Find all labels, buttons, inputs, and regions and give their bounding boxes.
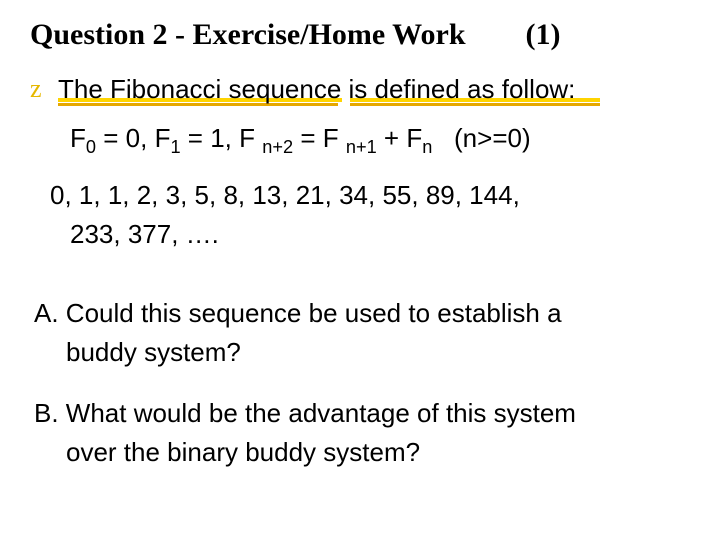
sequence: 0, 1, 1, 2, 3, 5, 8, 13, 21, 34, 55, 89,…: [30, 176, 690, 254]
qa-l1: A. Could this sequence be used to establ…: [34, 298, 562, 328]
eq1: = 1, F: [181, 123, 263, 153]
sub1: 1: [170, 137, 180, 157]
intro-text: The Fibonacci sequence is defined as fol…: [58, 74, 575, 104]
qa-l2: buddy system?: [34, 333, 690, 372]
question-b: B. What would be the advantage of this s…: [30, 394, 690, 472]
sub0: 0: [86, 137, 96, 157]
question-a: A. Could this sequence be used to establ…: [30, 294, 690, 372]
subnp2: n+2: [262, 137, 293, 157]
slide: Question 2 - Exercise/Home Work (1) z The…: [0, 0, 720, 472]
plus: + F: [377, 123, 423, 153]
sequence-l1: 0, 1, 1, 2, 3, 5, 8, 13, 21, 34, 55, 89,…: [50, 180, 520, 210]
f1: F: [155, 123, 171, 153]
qb-l2: over the binary buddy system?: [34, 433, 690, 472]
slide-title-row: Question 2 - Exercise/Home Work (1): [30, 18, 690, 52]
f0: F: [70, 123, 86, 153]
cond: (n>=0): [432, 123, 530, 153]
intro-line: z The Fibonacci sequence is defined as f…: [30, 74, 690, 105]
subnp1: n+1: [346, 137, 377, 157]
slide-page-num: (1): [526, 18, 561, 51]
qb-l1: B. What would be the advantage of this s…: [34, 398, 576, 428]
eq0: = 0,: [96, 123, 155, 153]
mid: = F: [293, 123, 346, 153]
formula-line: F0 = 0, F1 = 1, F n+2 = F n+1 + Fn (n>=0…: [30, 123, 690, 158]
bullet-icon: z: [30, 74, 42, 104]
sequence-l2: 233, 377, ….: [50, 215, 219, 254]
subn: n: [422, 137, 432, 157]
slide-title: Question 2 - Exercise/Home Work: [30, 18, 466, 51]
